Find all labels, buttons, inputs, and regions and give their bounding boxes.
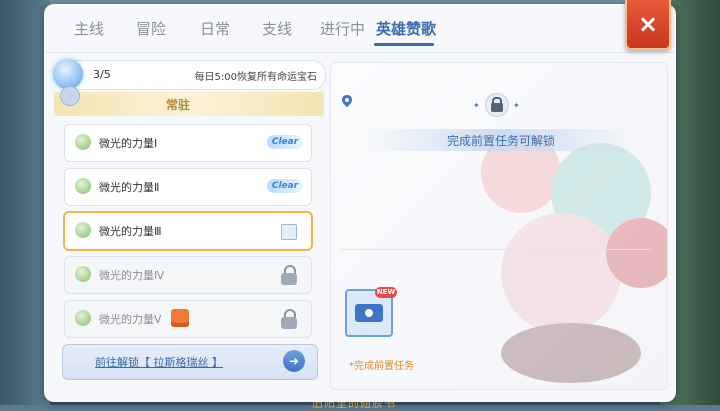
tab-side[interactable]: 支线 (262, 18, 292, 39)
prerequisite-text: *完成前置任务 (349, 361, 414, 372)
unlock-hint-text: 完成前置任务可解锁 (446, 134, 555, 148)
quest-checkbox[interactable] (281, 224, 297, 240)
tab-adventure[interactable]: 冒险 (136, 18, 166, 39)
tab-hero-anthem[interactable]: 英雄赞歌 (376, 18, 436, 39)
quest-name: 微光的力量Ⅳ (99, 269, 165, 282)
quest-badge-icon (75, 222, 91, 238)
sparkle-icon: ✦ (513, 101, 520, 110)
quest-name: 微光的力量Ⅱ (99, 181, 160, 194)
camera-button[interactable]: NEW (345, 287, 397, 337)
banner-orb-icon (60, 86, 80, 106)
destiny-gem-icon (53, 59, 83, 89)
clear-badge: Clear (267, 179, 303, 193)
quest-badge-icon (75, 178, 91, 194)
sparkle-icon: ✦ (473, 101, 480, 110)
close-icon: × (637, 10, 659, 38)
active-tab-indicator (374, 43, 434, 46)
clear-badge: Clear (267, 135, 303, 149)
quest-badge-icon (75, 134, 91, 150)
new-badge: NEW (375, 287, 397, 298)
lock-icon (281, 309, 297, 329)
category-banner: 常驻 (54, 86, 324, 116)
quest-panel: 主线 冒险 日常 支线 进行中 英雄赞歌 3/5 每日5:00恢复所有命运宝石 … (44, 4, 676, 402)
banner-label: 常驻 (166, 98, 191, 112)
quest-badge-icon (75, 266, 91, 282)
lock-icon (281, 265, 297, 285)
gem-recovery-info: 每日5:00恢复所有命运宝石 (194, 72, 317, 83)
destiny-gem-bar: 3/5 每日5:00恢复所有命运宝石 (53, 59, 326, 90)
close-button[interactable]: × (625, 0, 671, 50)
location-pin-icon (342, 95, 352, 107)
gift-box-icon (171, 309, 189, 327)
quest-item-4[interactable]: 微光的力量Ⅳ (64, 256, 312, 294)
quest-item-5[interactable]: 微光的力量Ⅴ (64, 300, 312, 338)
tab-in-progress[interactable]: 进行中 (320, 18, 365, 39)
gem-count: 3/5 (93, 68, 111, 81)
quest-name: 微光的力量Ⅰ (99, 137, 158, 150)
go-unlock-label: 前往解锁【 拉斯格瑞丝 】 (95, 356, 223, 369)
quest-list-column: 3/5 每日5:00恢复所有命运宝石 常驻 微光的力量Ⅰ Clear 微光的力量… (53, 59, 326, 390)
quest-detail-panel: ✦ ✦ 完成前置任务可解锁 NEW *完成前置任务 (330, 62, 668, 390)
go-unlock-button[interactable]: 前往解锁【 拉斯格瑞丝 】 ➜ (62, 344, 318, 380)
tab-bar: 主线 冒险 日常 支线 进行中 英雄赞歌 (44, 4, 676, 53)
detail-lock-icon (485, 93, 509, 117)
tab-main[interactable]: 主线 (74, 18, 104, 39)
quest-badge-icon (75, 310, 91, 326)
quest-item-2[interactable]: 微光的力量Ⅱ Clear (64, 168, 312, 206)
detail-divider (341, 249, 651, 250)
scene-left (0, 0, 50, 405)
quest-item-1[interactable]: 微光的力量Ⅰ Clear (64, 124, 312, 162)
quest-name: 微光的力量Ⅲ (99, 225, 162, 238)
arrow-right-icon: ➜ (283, 350, 305, 372)
quest-item-3[interactable]: 微光的力量Ⅲ (63, 211, 313, 251)
unlock-hint-band: 完成前置任务可解锁 (361, 129, 641, 151)
quest-name: 微光的力量Ⅴ (99, 313, 162, 326)
tab-daily[interactable]: 日常 (200, 18, 230, 39)
